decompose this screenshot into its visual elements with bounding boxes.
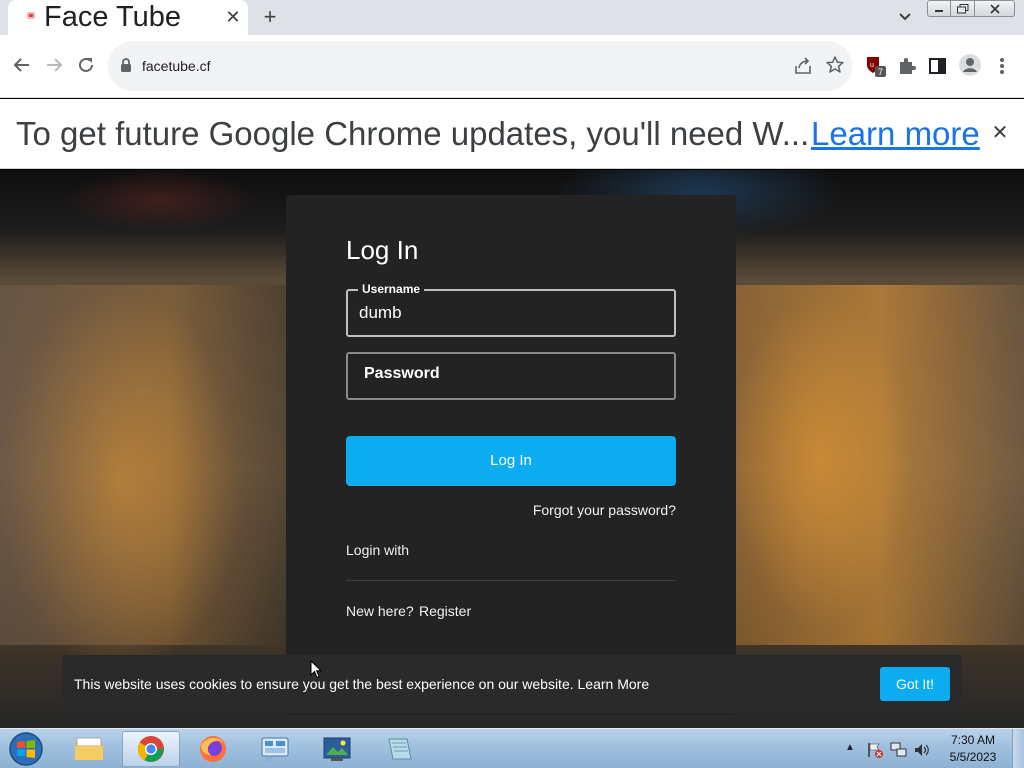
cookie-message: This website uses cookies to ensure you … — [74, 655, 649, 713]
password-input[interactable]: Password — [346, 352, 676, 400]
show-desktop-button[interactable] — [1012, 729, 1024, 768]
side-panel-icon[interactable] — [926, 53, 950, 79]
new-tab-button[interactable]: + — [258, 3, 282, 31]
update-infobar: To get future Google Chrome updates, you… — [0, 99, 1024, 169]
tab-strip: Face Tube ✕ + — [0, 0, 1024, 35]
browser-toolbar: facetube.cf u7 — [0, 35, 1024, 98]
extensions-puzzle-icon[interactable] — [894, 53, 920, 79]
infobar-learn-more-link[interactable]: Learn more — [811, 99, 980, 169]
taskbar-remote-desktop-button[interactable] — [246, 731, 304, 767]
login-title: Log In — [346, 235, 419, 265]
reload-icon[interactable] — [72, 51, 100, 79]
profile-avatar-icon[interactable] — [957, 52, 983, 78]
infobar-close-icon[interactable]: ✕ — [988, 121, 1012, 145]
login-button[interactable]: Log In — [346, 436, 676, 486]
password-placeholder: Password — [364, 365, 440, 382]
window-close-button[interactable] — [975, 0, 1015, 17]
action-center-flag-icon[interactable] — [866, 741, 884, 759]
taskbar-chrome-button[interactable] — [122, 731, 180, 767]
site-favicon-icon — [27, 12, 35, 19]
chrome-icon — [137, 736, 164, 762]
clock-time[interactable]: 7:30 AM — [940, 733, 1006, 747]
taskbar-notepad-button[interactable] — [370, 731, 428, 767]
page-content: Log In Username dumb Password Log In For… — [0, 170, 1024, 728]
image-viewer-icon — [323, 737, 351, 761]
new-here-label: New here? — [346, 603, 414, 619]
network-icon[interactable] — [890, 741, 908, 759]
back-arrow-icon[interactable] — [8, 51, 36, 79]
share-icon[interactable] — [792, 54, 814, 78]
clock-date[interactable]: 5/5/2023 — [940, 750, 1006, 764]
login-with-label: Login with — [346, 542, 410, 558]
infobar-message: To get future Google Chrome updates, you… — [16, 115, 810, 152]
tab-search-chevron-icon[interactable] — [894, 4, 916, 28]
cookie-accept-button[interactable]: Got It! — [880, 667, 950, 701]
windows-taskbar: ▲ 7:30 AM 5/5/2023 — [0, 728, 1024, 768]
browser-tab[interactable]: Face Tube ✕ — [8, 0, 248, 35]
bookmark-star-icon[interactable] — [824, 53, 846, 77]
tray-expand-arrow-icon[interactable]: ▲ — [843, 741, 857, 755]
taskbar-explorer-button[interactable] — [60, 731, 118, 767]
username-input[interactable]: Username dumb — [346, 281, 676, 337]
kebab-menu-icon[interactable] — [992, 52, 1012, 80]
minimize-button[interactable] — [927, 0, 951, 17]
username-value[interactable]: dumb — [359, 291, 402, 335]
notepad-icon — [388, 738, 412, 760]
restore-button[interactable] — [951, 0, 975, 17]
svg-text:u: u — [870, 62, 874, 69]
tab-title: Face Tube — [44, 1, 182, 33]
login-card: Log In Username dumb Password Log In For… — [286, 195, 736, 715]
start-button[interactable] — [6, 731, 46, 767]
lock-icon[interactable] — [120, 57, 132, 73]
taskbar-firefox-button[interactable] — [184, 731, 242, 767]
blurred-background-left — [0, 285, 286, 645]
taskbar-image-viewer-button[interactable] — [308, 731, 366, 767]
firefox-icon — [200, 736, 226, 762]
url-text[interactable]: facetube.cf — [142, 41, 211, 91]
remote-desktop-icon — [261, 737, 289, 762]
tab-close-icon[interactable]: ✕ — [222, 5, 244, 29]
mouse-cursor-icon — [310, 660, 322, 679]
forgot-password-link[interactable]: Forgot your password? — [533, 502, 676, 518]
cookie-message-text: This website uses cookies to ensure you … — [74, 676, 574, 692]
cookie-learn-more-link[interactable]: Learn More — [578, 676, 650, 692]
address-bar[interactable]: facetube.cf — [108, 41, 852, 91]
divider — [346, 580, 676, 581]
window-controls — [927, 0, 1017, 18]
forward-arrow-icon[interactable] — [40, 51, 68, 79]
cookie-consent-banner: This website uses cookies to ensure you … — [62, 655, 962, 713]
volume-icon[interactable] — [913, 741, 931, 759]
ublock-extension-icon[interactable]: u7 — [864, 55, 888, 79]
extension-badge: 7 — [878, 67, 883, 77]
blurred-background-right — [736, 285, 1024, 645]
folder-icon — [75, 737, 103, 760]
register-link[interactable]: Register — [419, 603, 471, 619]
